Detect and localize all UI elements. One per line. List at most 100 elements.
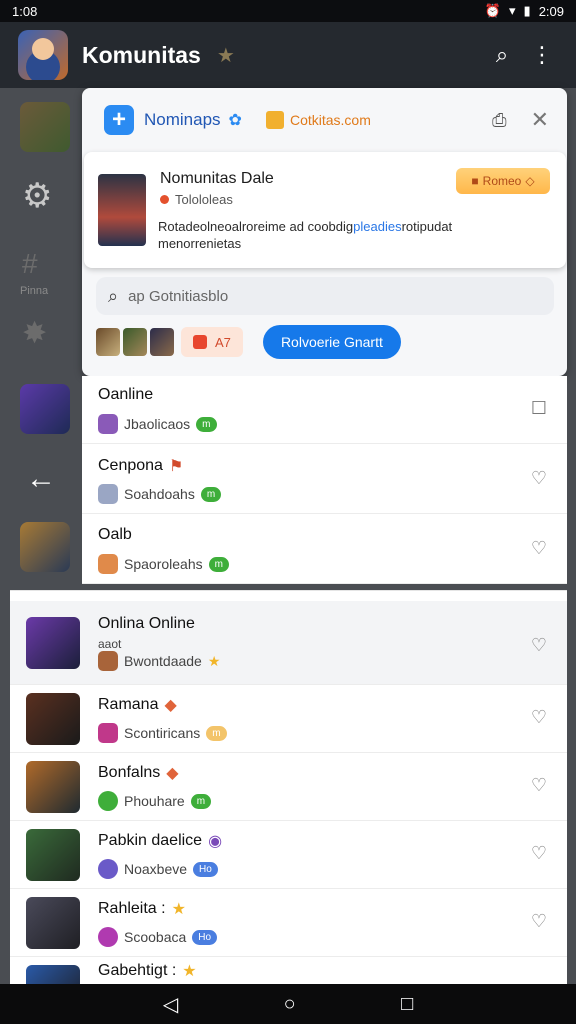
status-bar: 1:08 ⏰ ▾ ▮ 2:09	[0, 0, 576, 22]
app-bar: Komunitas ★ ⌕ ⋮	[0, 22, 576, 88]
list-item-meta-text: Jbaolicaos	[124, 416, 191, 432]
member-row: A7 Rolvoerie Gnartt	[96, 325, 554, 359]
diamond-icon: ◇	[525, 174, 535, 188]
app-avatar[interactable]	[18, 30, 68, 80]
search-input[interactable]: ⌕ ap Gotnitiasblo	[96, 277, 554, 315]
nav-recents-icon[interactable]: □	[401, 993, 413, 1016]
site-link[interactable]: Cotkitas.com	[290, 112, 371, 128]
list-item-meta-text: Noaxbeve	[124, 861, 188, 877]
game-icon	[98, 651, 118, 671]
avatar[interactable]	[98, 174, 146, 246]
sidebar-game-avatar[interactable]	[20, 384, 70, 434]
status-badge: m	[206, 725, 227, 741]
list-item[interactable]: Onlina Online aaot Bwontdaade ★ ♡	[10, 601, 567, 685]
heart-icon[interactable]: ♡	[531, 843, 547, 864]
avatar	[26, 617, 80, 669]
crown-icon: ★	[207, 652, 221, 669]
page-title: Komunitas	[82, 41, 201, 68]
join-button[interactable]: Rolvoerie Gnartt	[262, 325, 401, 359]
search-icon: ⌕	[108, 285, 119, 306]
star-icon: ★	[171, 901, 186, 918]
profile-popup: Nomunitas Dale Tolololeas Rotadeolneoalr…	[84, 152, 566, 268]
list-item[interactable]: Oalb Spaoroleahs m ♡	[82, 516, 567, 584]
list-item-meta: Soahdoahs m	[98, 484, 222, 504]
overflow-menu-icon[interactable]: ⋮	[522, 35, 562, 75]
flag-icon: ⚑	[168, 458, 184, 475]
diamond-icon: ◆	[166, 765, 179, 782]
game-icon	[98, 484, 118, 504]
panel-header: + Nominaps ✿ Cotkitas.com ⎙ ✕	[82, 88, 567, 152]
list-item-meta-text: Spaoroleahs	[124, 556, 203, 572]
list-item[interactable]: Oanline Jbaolicaos m ☐	[82, 376, 567, 444]
list-item-meta-text: Scontiricans	[124, 725, 201, 741]
member-avatar[interactable]	[123, 328, 147, 356]
list-item-name: Bonfalns ◆	[98, 764, 179, 782]
list-item-meta-top: aaot	[98, 637, 122, 651]
diamond-icon: ◆	[164, 697, 177, 714]
list-item[interactable]: Pabkin daelice ◉ Noaxbeve Ho ♡	[10, 821, 567, 889]
status-clock: 2:09	[538, 3, 564, 19]
heart-icon[interactable]: ♡	[531, 775, 547, 796]
list-item[interactable]: Rahleita : ★ Scoobaca Ho ♡	[10, 889, 567, 957]
list-item-name: Cenpona ⚑	[98, 457, 184, 475]
nav-home-icon[interactable]: ○	[284, 993, 296, 1016]
settings-gear-icon[interactable]: ⚙	[22, 176, 52, 216]
search-icon[interactable]: ⌕	[482, 35, 522, 75]
list-item-meta-text: Soahdoahs	[124, 486, 195, 502]
member-list-top: Oanline Jbaolicaos m ☐ Cenpona ⚑ Soahdoah…	[82, 376, 567, 584]
desc-text: Rotadeolneoalroreime ad coobdig	[158, 219, 354, 234]
list-item[interactable]: Cenpona ⚑ Soahdoahs m ♡	[82, 446, 567, 514]
brand-logo-icon: +	[104, 105, 134, 135]
popup-subtitle: Tolololeas	[160, 192, 233, 207]
heart-icon[interactable]: ♡	[531, 538, 547, 559]
member-avatar[interactable]	[96, 328, 120, 356]
heart-icon[interactable]: ♡	[531, 911, 547, 932]
back-arrow-icon[interactable]: ←	[26, 462, 56, 496]
game-icon	[98, 723, 118, 743]
member-avatar[interactable]	[150, 328, 174, 356]
member-count-chip[interactable]: A7	[181, 327, 243, 357]
list-item-meta: Phouhare m	[98, 791, 212, 811]
nav-back-icon[interactable]: ◁	[163, 992, 178, 1017]
list-item-name: Onlina Online	[98, 615, 195, 632]
sidebar-game-avatar[interactable]	[20, 522, 70, 572]
puzzle-icon: ✸	[22, 317, 48, 350]
list-item-meta: Scoobaca Ho	[98, 927, 218, 947]
list-item[interactable]: Gabehtigt : ★	[10, 957, 567, 991]
heart-icon[interactable]: ♡	[531, 635, 547, 656]
game-icon	[98, 927, 118, 947]
wifi-icon: ▾	[509, 3, 516, 18]
list-item[interactable]: Bonfalns ◆ Phouhare m ♡	[10, 753, 567, 821]
verified-badge-icon: ✿	[228, 112, 242, 129]
desc-link[interactable]: pleadies	[353, 219, 401, 234]
flag-icon	[193, 335, 207, 349]
sidebar-label: Pinna	[20, 285, 49, 297]
romeo-button-label: Romeo	[482, 174, 522, 188]
heart-icon[interactable]: ♡	[531, 707, 547, 728]
status-time: 1:08	[12, 3, 38, 19]
popup-title: Nomunitas Dale	[160, 170, 274, 187]
share-icon[interactable]: ⎙	[492, 110, 506, 131]
popup-description: Rotadeolneoalroreime ad coobdigpleadiesr…	[158, 218, 518, 252]
status-badge: m	[200, 486, 222, 502]
romeo-button[interactable]: ■ Romeo ◇	[456, 168, 550, 194]
checkbox[interactable]: ☐	[531, 398, 547, 419]
list-item-meta: Bwontdaade ★	[98, 651, 220, 671]
status-badge: m	[196, 416, 217, 432]
close-icon[interactable]: ✕	[531, 107, 549, 133]
search-placeholder: ap Gotnitiasblo	[128, 287, 229, 305]
brand-name: Nominaps	[144, 110, 221, 129]
sidebar-game-avatar[interactable]	[20, 102, 70, 152]
avatar	[26, 829, 80, 881]
list-item-name: Rahleita : ★	[98, 900, 186, 918]
community-panel: + Nominaps ✿ Cotkitas.com ⎙ ✕ Nomunitas …	[82, 88, 567, 376]
star-icon[interactable]: ★	[217, 43, 235, 68]
heart-icon[interactable]: ♡	[531, 468, 547, 489]
avatar	[26, 693, 80, 745]
game-icon	[98, 554, 118, 574]
cube-icon	[265, 111, 284, 129]
status-badge: m	[208, 556, 229, 572]
battery-icon: ▮	[523, 3, 531, 18]
list-item-meta-text: Scoobaca	[124, 929, 187, 945]
list-item[interactable]: Ramana ◆ Scontiricans m ♡	[10, 685, 567, 753]
